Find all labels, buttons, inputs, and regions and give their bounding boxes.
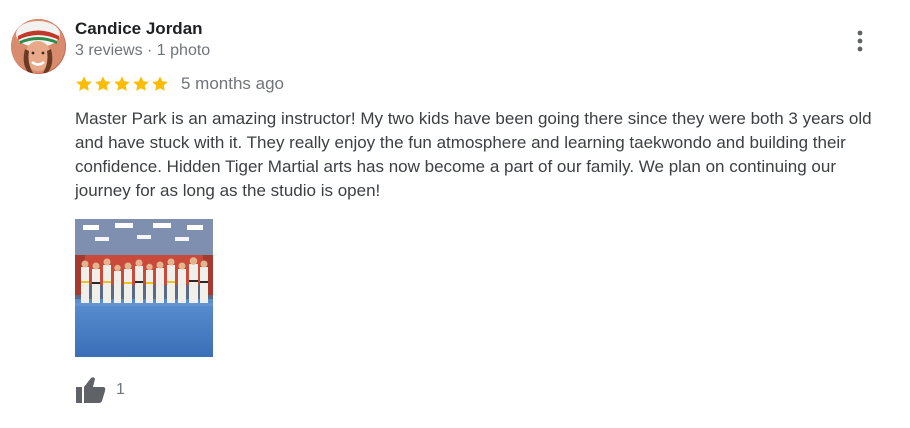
like-button[interactable]: 1	[75, 376, 125, 404]
review-photo-image	[75, 219, 213, 357]
review-photo[interactable]	[75, 219, 213, 357]
review-card: Candice Jordan 3 reviews · 1 photo 5 mon…	[0, 0, 910, 428]
star-icon	[133, 76, 149, 91]
star-icon	[152, 76, 168, 91]
star-icon	[76, 76, 92, 91]
more-options-button[interactable]	[846, 26, 874, 56]
star-rating	[75, 75, 169, 93]
more-vert-icon	[857, 30, 863, 52]
author-name[interactable]: Candice Jordan	[75, 19, 203, 39]
avatar-image	[11, 19, 66, 74]
thumb-up-icon	[76, 377, 106, 403]
avatar[interactable]	[11, 19, 66, 74]
author-meta: 3 reviews · 1 photo	[75, 42, 211, 59]
rating-row: 5 months ago	[75, 73, 284, 95]
star-icon	[114, 76, 130, 91]
like-count: 1	[116, 381, 125, 398]
star-icon	[95, 76, 111, 91]
review-text: Master Park is an amazing instructor! My…	[75, 109, 872, 200]
review-date: 5 months ago	[181, 74, 285, 93]
